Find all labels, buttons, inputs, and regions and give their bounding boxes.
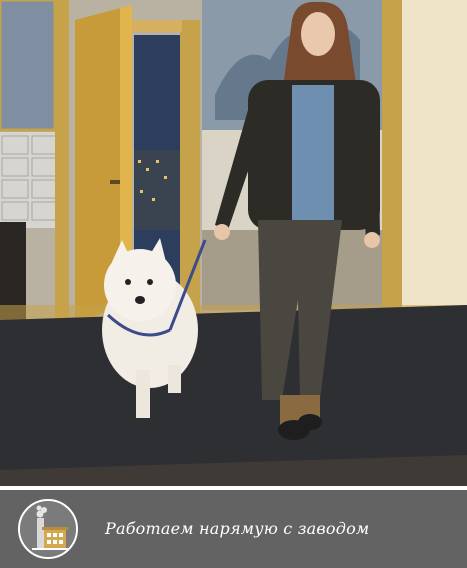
- factory-icon: [18, 499, 78, 559]
- promo-card: Работаем нарямую с заводом: [0, 0, 467, 568]
- caption-text: Работаем нарямую с заводом: [105, 519, 370, 538]
- caption-bar: Работаем нарямую с заводом: [0, 490, 467, 568]
- hero-photo: [0, 0, 467, 486]
